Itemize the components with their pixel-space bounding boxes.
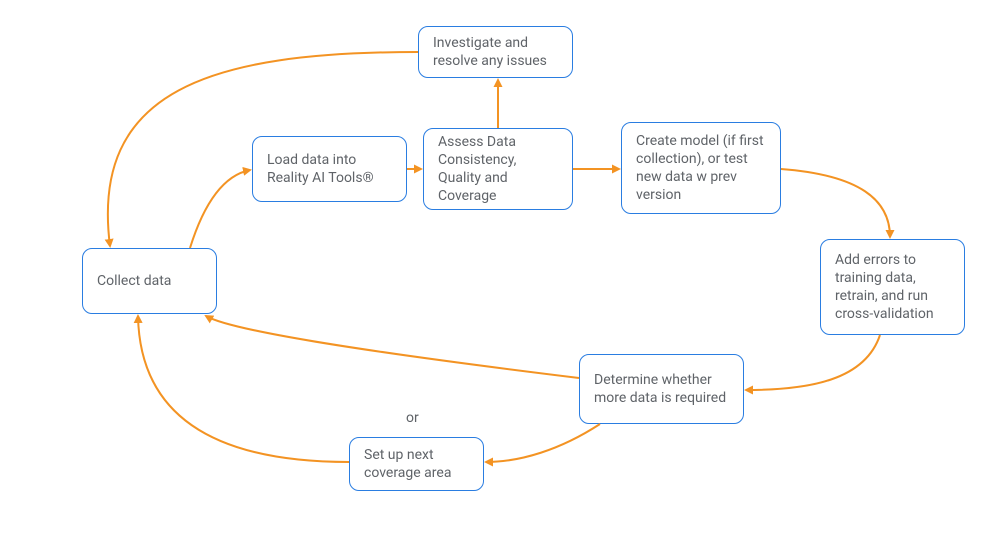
edge-setup-collect — [138, 316, 349, 462]
node-setup: Set up next coverage area — [349, 437, 484, 491]
node-setup-text: Set up next coverage area — [364, 446, 469, 482]
edge-determine-setup — [486, 424, 600, 462]
node-load: Load data into Reality AI Tools® — [252, 136, 407, 202]
node-collect: Collect data — [82, 248, 217, 314]
node-assess-text: Assess Data Consistency, Quality and Cov… — [438, 133, 558, 206]
node-determine: Determine whether more data is required — [579, 354, 744, 424]
node-create: Create model (if first collection), or t… — [621, 122, 781, 214]
node-adderrors: Add errors to training data, retrain, an… — [820, 239, 965, 335]
edge-create-adderrors — [781, 169, 890, 237]
node-adderrors-text: Add errors to training data, retrain, an… — [835, 251, 950, 324]
node-investigate: Investigate and resolve any issues — [418, 26, 573, 78]
label-or: or — [406, 410, 419, 426]
node-create-text: Create model (if first collection), or t… — [636, 132, 766, 205]
node-load-text: Load data into Reality AI Tools® — [267, 151, 392, 187]
label-or-text: or — [406, 410, 419, 426]
node-determine-text: Determine whether more data is required — [594, 371, 729, 407]
edge-collect-load — [190, 170, 250, 248]
node-collect-text: Collect data — [97, 272, 171, 290]
edge-adderrors-determine — [746, 335, 880, 390]
node-assess: Assess Data Consistency, Quality and Cov… — [423, 128, 573, 210]
node-investigate-text: Investigate and resolve any issues — [433, 34, 558, 70]
edge-determine-collect — [206, 316, 579, 378]
